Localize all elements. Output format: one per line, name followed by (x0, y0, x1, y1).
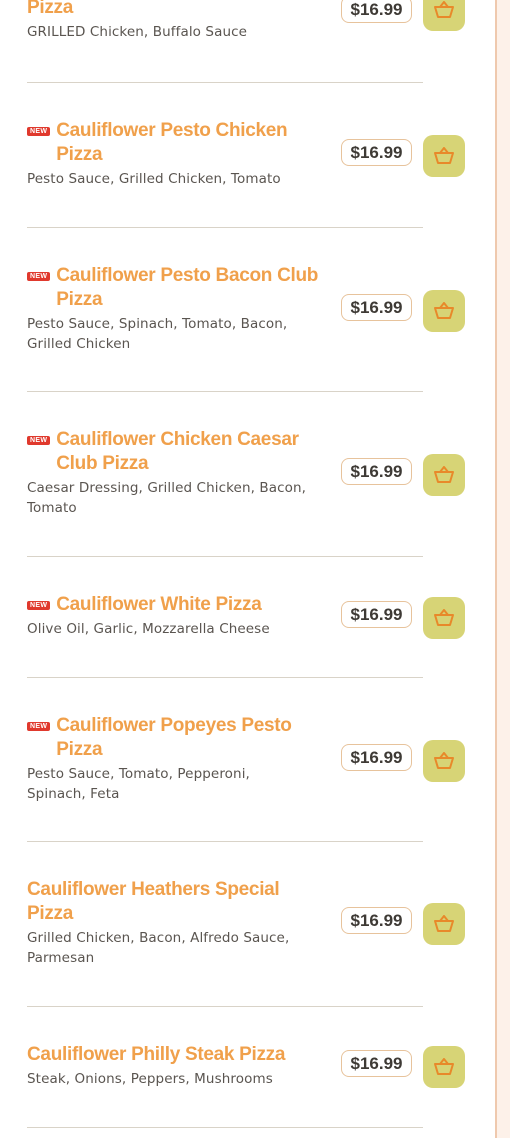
menu-item-title-row: Cauliflower Philly Steak Pizza (27, 1043, 327, 1067)
sidebar-edge (495, 0, 510, 1138)
basket-icon (434, 466, 454, 483)
menu-item-title[interactable]: Cauliflower Chicken Caesar Club Pizza (56, 428, 327, 476)
menu-item-title-row: NEW Cauliflower White Pizza (27, 593, 327, 617)
add-to-cart-button[interactable] (423, 290, 465, 332)
menu-item-title-row: NEW Cauliflower Chicken Caesar Club Pizz… (27, 428, 327, 476)
menu-item-title[interactable]: Cauliflower Heathers Special Pizza (27, 878, 327, 926)
divider (27, 1006, 423, 1007)
basket-icon (434, 302, 454, 319)
divider (27, 391, 423, 392)
add-to-cart-button[interactable] (423, 454, 465, 496)
menu-item: Pizza GRILLED Chicken, Buffalo Sauce $16… (27, 0, 497, 43)
divider (27, 1127, 423, 1128)
basket-icon (434, 915, 454, 932)
menu-item-title[interactable]: Cauliflower Pesto Chicken Pizza (56, 119, 327, 167)
basket-icon (434, 752, 454, 769)
basket-icon (434, 1058, 454, 1075)
menu-item-title-row: Pizza (27, 0, 327, 20)
add-to-cart-button[interactable] (423, 903, 465, 945)
price-tag: $16.99 (341, 294, 412, 321)
add-to-cart-button[interactable] (423, 740, 465, 782)
price-tag: $16.99 (341, 0, 412, 23)
divider (27, 227, 423, 228)
menu-item-list: Pizza GRILLED Chicken, Buffalo Sauce $16… (0, 0, 495, 1138)
menu-item-description: Pesto Sauce, Grilled Chicken, Tomato (27, 171, 281, 187)
menu-item: NEW Cauliflower Popeyes Pesto Pizza Pest… (27, 714, 497, 804)
menu-item: NEW Cauliflower Chicken Caesar Club Pizz… (27, 428, 497, 518)
menu-item-description: Olive Oil, Garlic, Mozzarella Cheese (27, 621, 270, 637)
menu-item-description: Pesto Sauce, Tomato, Pepperoni, Spinach,… (27, 766, 250, 802)
menu-item-title-row: Cauliflower Heathers Special Pizza (27, 878, 327, 926)
menu-item-title[interactable]: Cauliflower White Pizza (56, 593, 262, 617)
new-badge: NEW (27, 272, 51, 281)
menu-item-title-row: NEW Cauliflower Pesto Chicken Pizza (27, 119, 327, 167)
divider (27, 556, 423, 557)
menu-item-description: Steak, Onions, Peppers, Mushrooms (27, 1071, 273, 1087)
basket-icon (434, 609, 454, 626)
add-to-cart-button[interactable] (423, 1046, 465, 1088)
add-to-cart-button[interactable] (423, 0, 465, 31)
menu-item: NEW Cauliflower White Pizza Olive Oil, G… (27, 593, 497, 640)
menu-item-title-row: NEW Cauliflower Popeyes Pesto Pizza (27, 714, 327, 762)
menu-item-title[interactable]: Cauliflower Philly Steak Pizza (27, 1043, 285, 1067)
menu-item: NEW Cauliflower Pesto Bacon Club Pizza P… (27, 264, 497, 354)
divider (27, 841, 423, 842)
menu-item-description: Grilled Chicken, Bacon, Alfredo Sauce, P… (27, 930, 290, 966)
price-tag: $16.99 (341, 744, 412, 771)
menu-item-title-row: NEW Cauliflower Pesto Bacon Club Pizza (27, 264, 327, 312)
price-tag: $16.99 (341, 601, 412, 628)
price-tag: $16.99 (341, 458, 412, 485)
divider (27, 82, 423, 83)
new-badge: NEW (27, 436, 51, 445)
price-tag: $16.99 (341, 907, 412, 934)
new-badge: NEW (27, 722, 51, 731)
price-tag: $16.99 (341, 139, 412, 166)
divider (27, 677, 423, 678)
menu-item: NEW Cauliflower Pesto Chicken Pizza Pest… (27, 119, 497, 190)
menu-item-description: GRILLED Chicken, Buffalo Sauce (27, 24, 248, 40)
basket-icon (434, 147, 454, 164)
menu-item-title[interactable]: Pizza (27, 0, 73, 20)
menu-item-description: Pesto Sauce, Spinach, Tomato, Bacon, Gri… (27, 316, 288, 352)
menu-item-title[interactable]: Cauliflower Popeyes Pesto Pizza (56, 714, 327, 762)
new-badge: NEW (27, 127, 51, 136)
basket-icon (434, 1, 454, 18)
menu-item-description: Caesar Dressing, Grilled Chicken, Bacon,… (27, 480, 307, 516)
add-to-cart-button[interactable] (423, 597, 465, 639)
menu-item: Cauliflower Heathers Special Pizza Grill… (27, 878, 497, 968)
menu-item: Cauliflower Philly Steak Pizza Steak, On… (27, 1043, 497, 1090)
add-to-cart-button[interactable] (423, 135, 465, 177)
menu-item-title[interactable]: Cauliflower Pesto Bacon Club Pizza (56, 264, 327, 312)
new-badge: NEW (27, 601, 51, 610)
price-tag: $16.99 (341, 1050, 412, 1077)
